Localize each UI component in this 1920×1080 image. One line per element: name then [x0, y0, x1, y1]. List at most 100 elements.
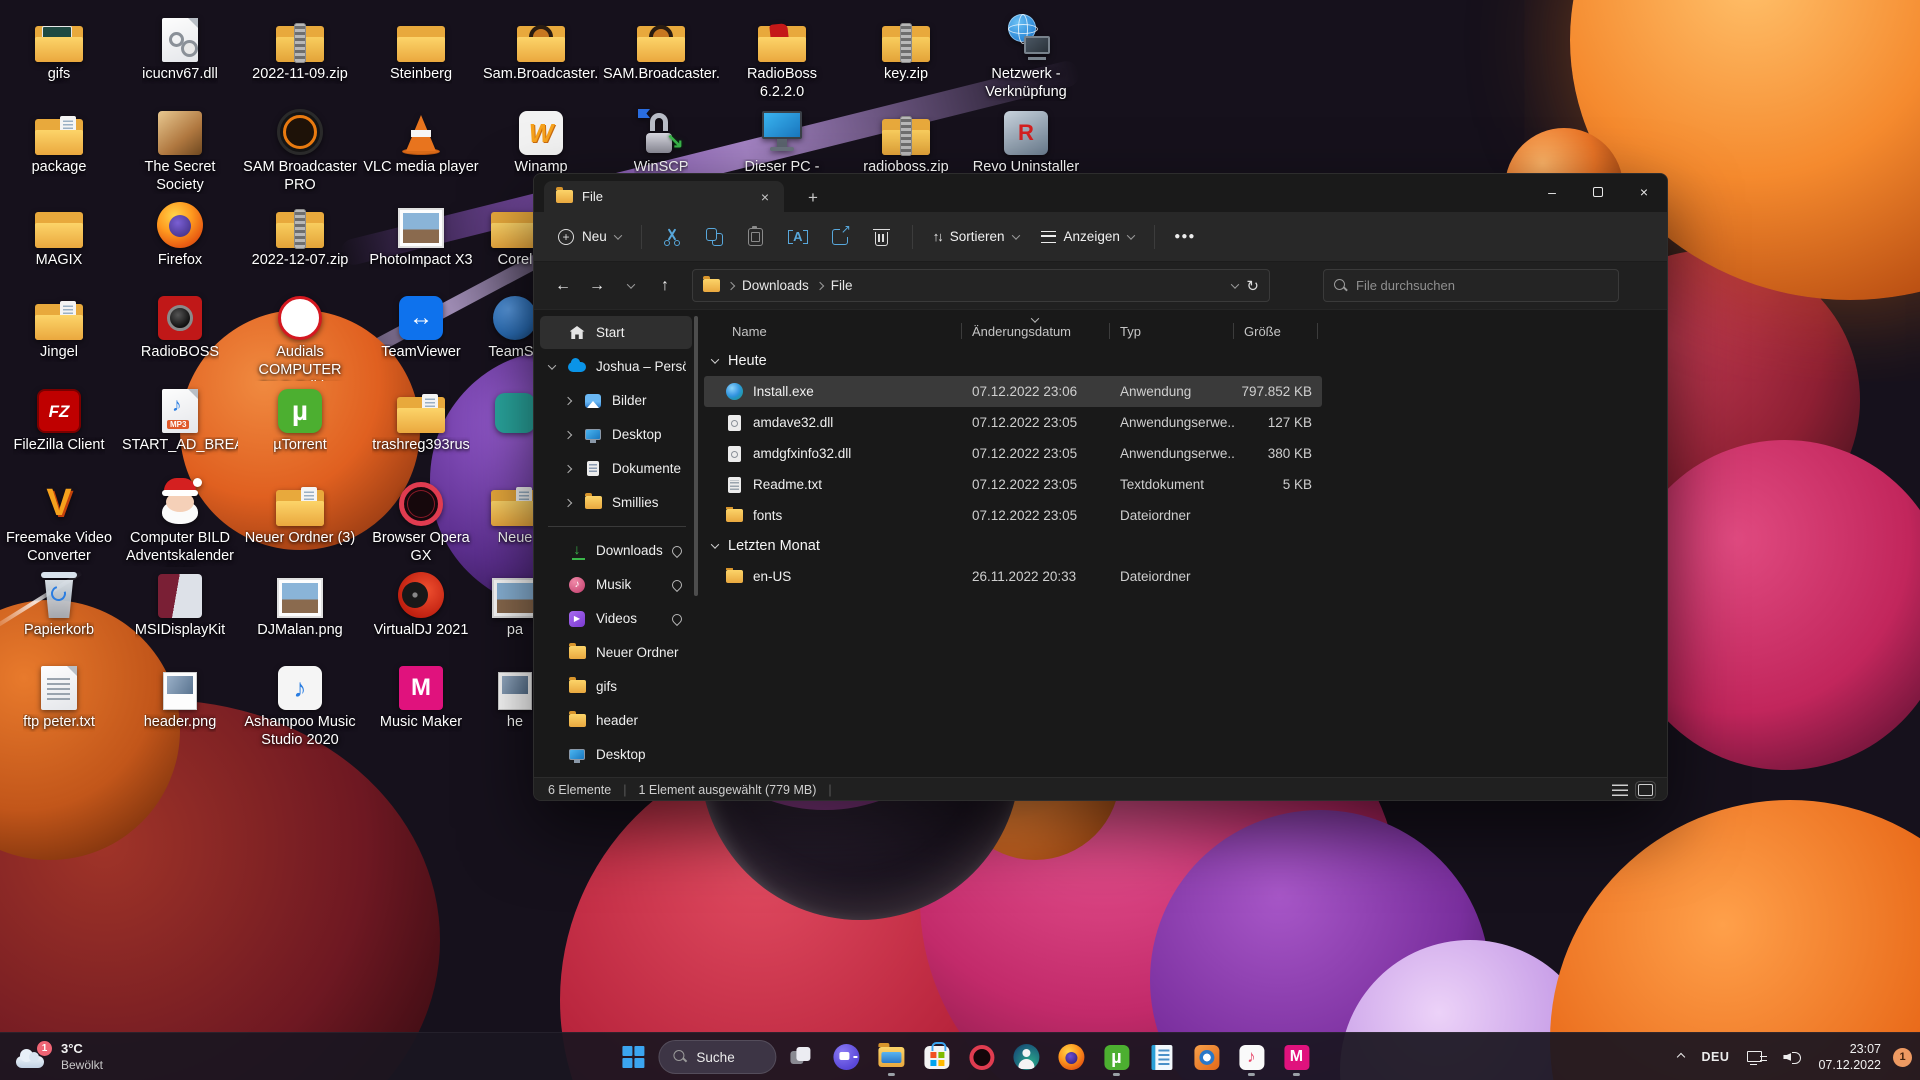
- desktop-icon-radioboss[interactable]: RadioBOSS: [120, 290, 240, 362]
- cut-button[interactable]: [652, 220, 692, 254]
- maximize-button[interactable]: [1575, 174, 1621, 210]
- taskbar-app-task-view[interactable]: [781, 1037, 821, 1077]
- sidebar-item-gifs[interactable]: gifs: [540, 670, 692, 703]
- taskbar-app-apple-music[interactable]: ♪: [1231, 1037, 1271, 1077]
- sidebar-item-smillies[interactable]: Smillies: [540, 486, 692, 519]
- sidebar-item-dokumente[interactable]: Dokumente: [540, 452, 692, 485]
- desktop-icon-netzwerk-verknüpfung[interactable]: Netzwerk - Verknüpfung: [966, 12, 1086, 101]
- taskbar-app-edge-profile[interactable]: [1006, 1037, 1046, 1077]
- desktop-icon-start-ad-break[interactable]: MP3START_AD_BREAK....: [120, 383, 240, 455]
- sidebar-item-downloads[interactable]: ↓Downloads: [540, 534, 692, 567]
- address-dropdown-icon[interactable]: [1231, 280, 1239, 288]
- new-button[interactable]: + Neu: [548, 220, 631, 254]
- file-row-install-exe[interactable]: Install.exe07.12.2022 23:06Anwendung797.…: [704, 376, 1322, 407]
- tray-overflow-button[interactable]: [1671, 1039, 1691, 1075]
- breadcrumb-file[interactable]: File: [831, 278, 853, 293]
- desktop-icon-sam-broadcaster-pr[interactable]: Sam.Broadcaster.Pr...: [481, 12, 601, 84]
- view-button[interactable]: Anzeigen: [1031, 220, 1144, 254]
- desktop-icon-djmalan-png[interactable]: DJMalan.png: [240, 568, 360, 640]
- desktop-icon-ashampoo-music-studio-2020[interactable]: ♪Ashampoo Music Studio 2020: [240, 660, 360, 749]
- address-bar[interactable]: Downloads File ↻: [692, 269, 1270, 302]
- notification-badge[interactable]: 1: [1893, 1048, 1912, 1067]
- copy-button[interactable]: [694, 220, 734, 254]
- volume-icon[interactable]: [1776, 1039, 1808, 1075]
- desktop-icon-audials-computer-bild-edition-2023[interactable]: Audials COMPUTER BILD Edition 2023: [240, 290, 360, 381]
- taskbar-app-utorrent[interactable]: µ: [1096, 1037, 1136, 1077]
- desktop-icon-2022-12-07-zip[interactable]: 2022-12-07.zip: [240, 198, 360, 270]
- large-icons-view-icon[interactable]: [1638, 784, 1653, 796]
- tab-file[interactable]: File ×: [544, 181, 784, 212]
- taskbar-app-microsoft-store[interactable]: [916, 1037, 956, 1077]
- taskbar-app-opera-gx[interactable]: [961, 1037, 1001, 1077]
- taskbar-app-teams-chat[interactable]: [826, 1037, 866, 1077]
- sidebar-scrollbar[interactable]: [694, 316, 698, 596]
- sidebar-item-joshua-persön[interactable]: Joshua – Persön: [540, 350, 692, 383]
- desktop-icon-jingel[interactable]: Jingel: [0, 290, 119, 362]
- desktop-icon-radioboss-6-2-2-0[interactable]: RadioBoss 6.2.2.0: [722, 12, 842, 101]
- taskbar-app-notepad[interactable]: [1141, 1037, 1181, 1077]
- desktop-icon-torrent[interactable]: µµTorrent: [240, 383, 360, 455]
- tab-close-icon[interactable]: ×: [754, 186, 776, 208]
- column-header-name[interactable]: Name: [704, 316, 962, 346]
- file-row-amdgfxinfo32-dll[interactable]: amdgfxinfo32.dll07.12.2022 23:05Anwendun…: [704, 438, 1322, 469]
- more-button[interactable]: ●●●: [1165, 220, 1205, 254]
- up-button[interactable]: ↑: [650, 271, 680, 301]
- desktop-icon-msidisplaykit[interactable]: MSIDisplayKit: [120, 568, 240, 640]
- desktop-icon-icucnv67-dll[interactable]: icucnv67.dll: [120, 12, 240, 84]
- taskbar-app-firefox[interactable]: [1051, 1037, 1091, 1077]
- details-view-icon[interactable]: [1612, 784, 1628, 796]
- sidebar-item-desktop[interactable]: Desktop: [540, 418, 692, 451]
- desktop-icon-sam-broadcaster-pro[interactable]: SAM Broadcaster PRO: [240, 105, 360, 194]
- search-box[interactable]: File durchsuchen: [1323, 269, 1619, 302]
- desktop-icon-header-png[interactable]: header.png: [120, 660, 240, 732]
- rename-button[interactable]: A: [778, 220, 818, 254]
- column-header-type[interactable]: Typ: [1110, 316, 1234, 346]
- group-header-letzten-monat[interactable]: Letzten Monat: [704, 531, 1659, 561]
- group-header-heute[interactable]: Heute: [704, 346, 1659, 376]
- desktop-icon-papierkorb[interactable]: Papierkorb: [0, 568, 119, 640]
- desktop-icon-computer-bild-adventskalender-2022[interactable]: Computer BILD Adventskalender 2022: [120, 476, 240, 567]
- language-indicator[interactable]: DEU: [1695, 1039, 1737, 1075]
- delete-button[interactable]: [862, 220, 902, 254]
- desktop-icon-key-zip[interactable]: key.zip: [846, 12, 966, 84]
- new-tab-button[interactable]: +: [798, 184, 828, 212]
- back-button[interactable]: ←: [548, 271, 578, 301]
- file-row-en-us[interactable]: en-US26.11.2022 20:33Dateiordner: [704, 561, 1322, 592]
- taskbar-app-music-maker[interactable]: M: [1276, 1037, 1316, 1077]
- desktop-icon-radioboss-zip[interactable]: radioboss.zip: [846, 105, 966, 177]
- file-row-readme-txt[interactable]: Readme.txt07.12.2022 23:05Textdokument5 …: [704, 469, 1322, 500]
- weather-widget[interactable]: 1 3°C Bewölkt: [10, 1033, 109, 1080]
- sidebar-item-musik[interactable]: ♪Musik: [540, 568, 692, 601]
- refresh-button[interactable]: ↻: [1246, 277, 1259, 295]
- taskbar-app-file-explorer[interactable]: [871, 1037, 911, 1077]
- file-row-fonts[interactable]: fonts07.12.2022 23:05Dateiordner: [704, 500, 1322, 531]
- desktop-icon-magix[interactable]: MAGIX: [0, 198, 119, 270]
- column-header-date[interactable]: Änderungsdatum: [962, 316, 1110, 346]
- minimize-button[interactable]: –: [1529, 174, 1575, 210]
- sidebar-item-neuer-ordner[interactable]: Neuer Ordner: [540, 636, 692, 669]
- network-icon[interactable]: [1740, 1039, 1772, 1075]
- desktop-icon-2022-11-09-zip[interactable]: 2022-11-09.zip: [240, 12, 360, 84]
- desktop-icon-package[interactable]: package: [0, 105, 119, 177]
- sort-button[interactable]: ↑↓ Sortieren: [923, 220, 1029, 254]
- desktop-icon-freemake-video-converter[interactable]: VFreemake Video Converter: [0, 476, 119, 565]
- file-row-amdave32-dll[interactable]: amdave32.dll07.12.2022 23:05Anwendungser…: [704, 407, 1322, 438]
- desktop-icon-steinberg[interactable]: Steinberg: [361, 12, 481, 84]
- desktop-icon-filezilla-client[interactable]: FZFileZilla Client: [0, 383, 119, 455]
- paste-button[interactable]: [736, 220, 776, 254]
- sidebar-item-start[interactable]: Start: [540, 316, 692, 349]
- forward-button[interactable]: →: [582, 271, 612, 301]
- share-button[interactable]: [820, 220, 860, 254]
- clock[interactable]: 23:07 07.12.2022: [1812, 1041, 1887, 1074]
- desktop-icon-vlc-media-player[interactable]: VLC media player: [361, 105, 481, 177]
- taskbar-app-media-player[interactable]: [1186, 1037, 1226, 1077]
- desktop-icon-ftp-peter-txt[interactable]: ftp peter.txt: [0, 660, 119, 732]
- desktop-icon-sam-broadcaster-pr[interactable]: SAM.Broadcaster.Pr...: [601, 12, 721, 84]
- column-header-size[interactable]: Größe: [1234, 316, 1318, 346]
- desktop-icon-winamp[interactable]: WWinamp: [481, 105, 601, 177]
- desktop-icon-neuer-ordner-3[interactable]: Neuer Ordner (3): [240, 476, 360, 548]
- sidebar-item-videos[interactable]: ▶Videos: [540, 602, 692, 635]
- sidebar-item-desktop[interactable]: Desktop: [540, 738, 692, 771]
- sidebar-item-bilder[interactable]: Bilder: [540, 384, 692, 417]
- start-button[interactable]: [613, 1037, 653, 1077]
